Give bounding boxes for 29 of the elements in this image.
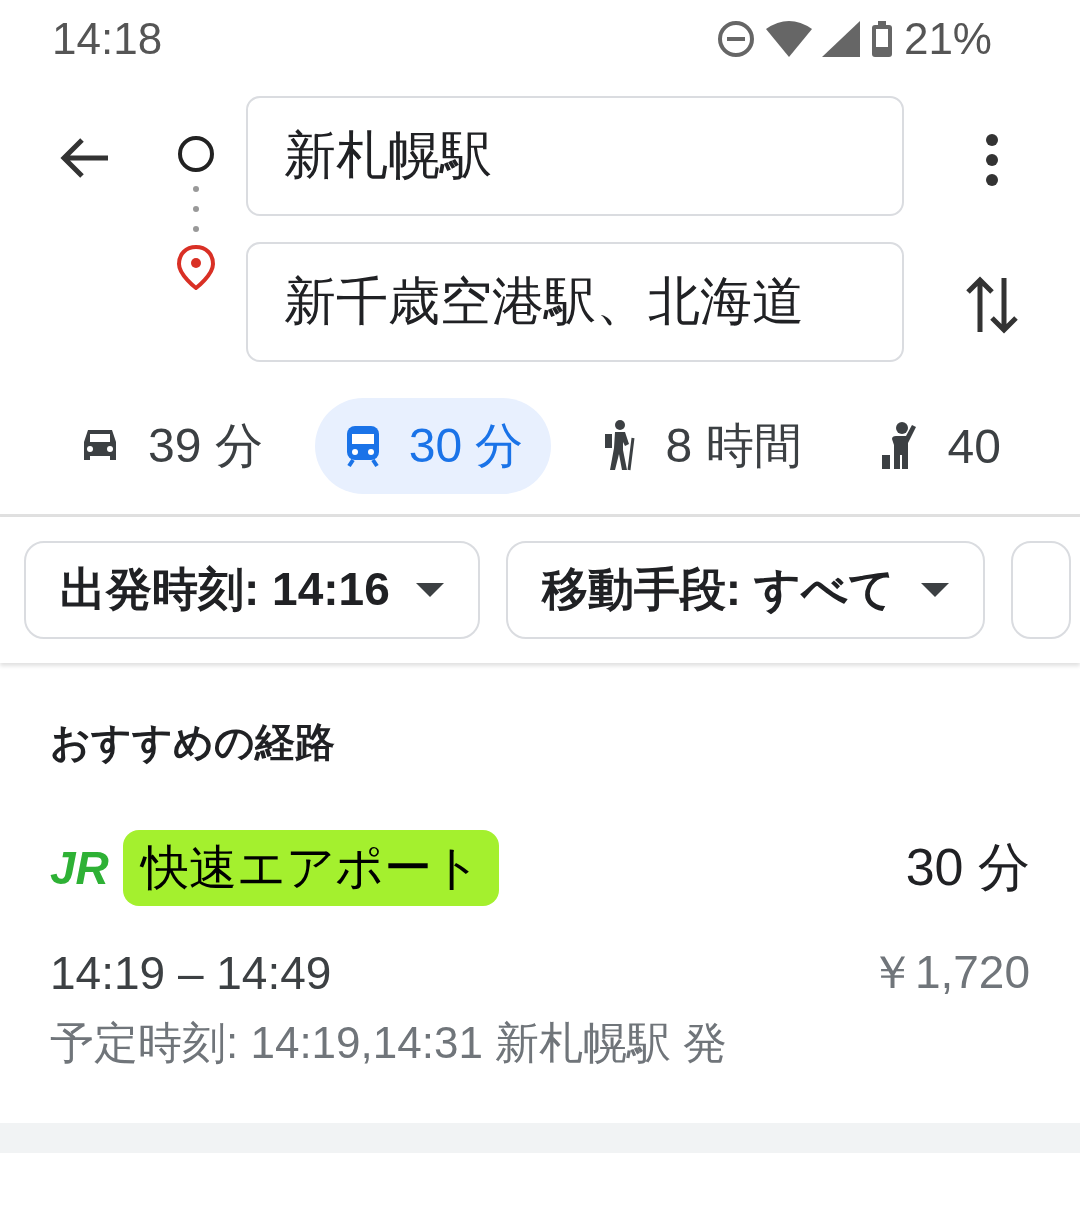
origin-circle-icon: [176, 134, 216, 174]
time-range: 14:19 – 14:49: [50, 946, 332, 1000]
battery-percent: 21%: [903, 14, 992, 64]
schedule-text: 予定時刻: 14:19,14:31 新札幌駅 発: [50, 1017, 729, 1069]
filter-dropdown[interactable]: 移動手段: すべて: [505, 541, 985, 639]
do-not-disturb-icon: [715, 19, 756, 59]
signal-icon: [821, 19, 860, 59]
battery-icon: [869, 19, 894, 59]
section-heading: おすすめの経路: [50, 719, 336, 766]
travel-mode-tab[interactable]: 40: [853, 398, 1029, 494]
dropdown-caret-icon: [920, 583, 949, 597]
clock: 14:18: [52, 14, 163, 64]
operator-logo: JR: [50, 841, 109, 895]
travel-mode-tab[interactable]: 30 分: [314, 398, 552, 494]
route-card[interactable]: JR 快速エアポート 30 分 14:19 – 14:49 ￥1,720 予定時刻: 14:19,14:31 新札幌駅 発: [50, 830, 1030, 1073]
destination-pin-icon: [176, 244, 216, 290]
destination-field[interactable]: 新千歳空港駅、北海道: [246, 242, 904, 362]
duration: 30 分: [905, 837, 1030, 898]
origin-field[interactable]: 新札幌駅: [246, 96, 904, 216]
dotted-line-icon: [192, 184, 200, 234]
filter-dropdown[interactable]: 出発時刻: 14:16: [24, 541, 480, 639]
wifi-icon: [765, 19, 812, 59]
line-badge: 快速エアポート: [122, 830, 499, 906]
fare: ￥1,720: [868, 945, 1030, 1000]
swap-arrows-icon[interactable]: [966, 274, 1018, 336]
dropdown-caret-icon: [415, 583, 444, 597]
travel-mode-tab[interactable]: 39 分: [50, 398, 291, 494]
more-options-icon[interactable]: [984, 134, 1000, 186]
travel-mode-tab[interactable]: 8 時間: [575, 398, 830, 494]
